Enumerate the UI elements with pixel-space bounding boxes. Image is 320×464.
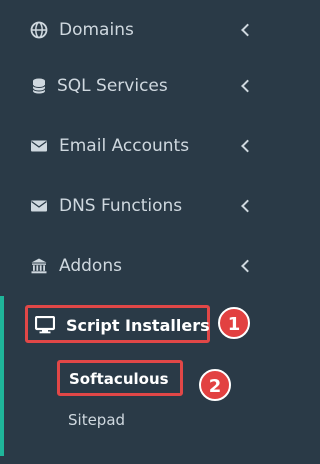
active-indicator xyxy=(0,296,4,456)
menu-item-addons[interactable]: Addons xyxy=(0,236,274,296)
menu-item-email-accounts[interactable]: Email Accounts xyxy=(0,116,274,176)
step-badge-2: 2 xyxy=(199,369,231,401)
menu-item-label: Addons xyxy=(59,256,122,276)
menu-item-label: Script Installers xyxy=(66,316,210,335)
database-icon xyxy=(32,78,46,94)
submenu-item-softaculous[interactable]: Softaculous xyxy=(57,360,183,396)
submenu-item-sitepad[interactable]: Sitepad xyxy=(68,411,125,429)
menu-item-domains[interactable]: Domains xyxy=(0,0,274,60)
monitor-icon xyxy=(35,316,55,334)
menu-item-sql-services[interactable]: SQL Services xyxy=(0,56,274,116)
chevron-left-icon xyxy=(241,259,254,273)
envelope-icon xyxy=(31,200,47,212)
sidebar-menu: Domains SQL Services Email Accounts DNS … xyxy=(0,0,274,464)
chevron-left-icon xyxy=(241,23,254,37)
menu-item-label: SQL Services xyxy=(57,76,168,96)
globe-icon xyxy=(30,21,48,39)
envelope-icon xyxy=(31,140,47,152)
step-badge-1: 1 xyxy=(218,307,250,339)
submenu-item-label: Softaculous xyxy=(69,370,169,388)
chevron-left-icon xyxy=(241,79,254,93)
bank-icon xyxy=(31,258,47,274)
menu-item-dns-functions[interactable]: DNS Functions xyxy=(0,176,274,236)
chevron-left-icon xyxy=(241,199,254,213)
menu-item-script-installers[interactable]: Script Installers xyxy=(25,305,210,343)
chevron-left-icon xyxy=(241,139,254,153)
menu-item-label: Email Accounts xyxy=(59,136,190,156)
menu-item-label: Domains xyxy=(59,20,134,40)
menu-item-label: DNS Functions xyxy=(59,196,183,216)
